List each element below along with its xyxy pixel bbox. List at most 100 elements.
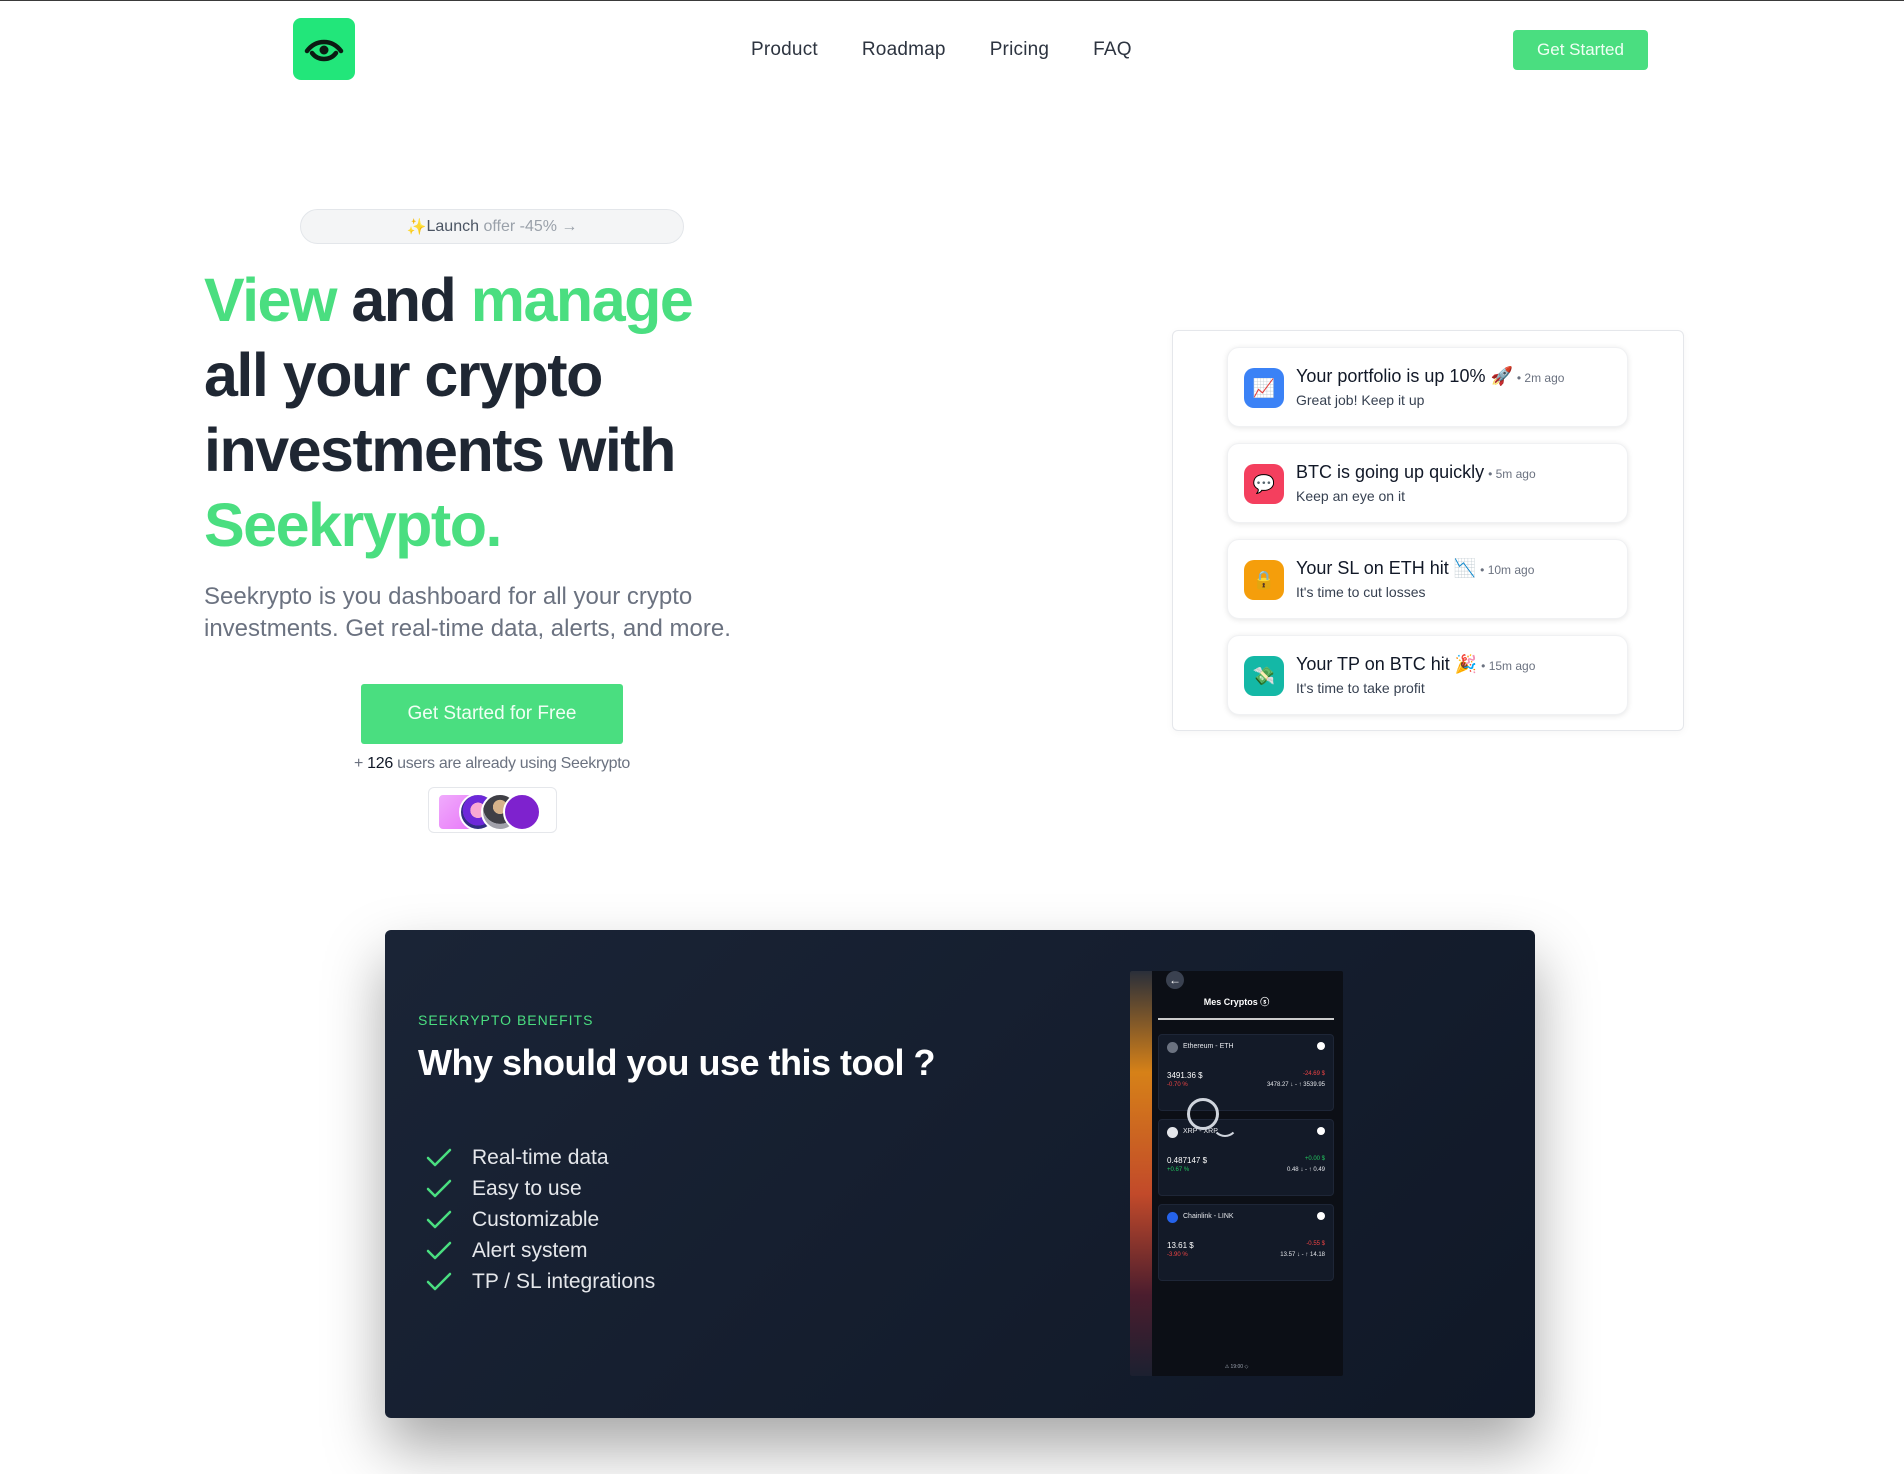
benefit-item: Customizable: [425, 1204, 655, 1235]
notification-subtitle: Keep an eye on it: [1296, 488, 1405, 504]
chart-up-icon: 📈: [1244, 368, 1284, 408]
hero-title: View and manage all your crypto investme…: [204, 263, 764, 563]
launch-offer-badge[interactable]: ✨ Launch offer -45% →: [300, 209, 684, 244]
nav-pricing[interactable]: Pricing: [990, 39, 1049, 61]
crypto-card[interactable]: Ethereum - ETH 3491.36 $ -0.70 % -24.69 …: [1158, 1034, 1334, 1111]
ethereum-icon: [1167, 1042, 1178, 1053]
crypto-percent: +0.67 %: [1167, 1167, 1190, 1173]
main-nav: Product Roadmap Pricing FAQ: [751, 39, 1132, 61]
nav-product[interactable]: Product: [751, 39, 818, 61]
offer-discount-text: offer -45% →: [483, 217, 578, 235]
avatar: [503, 793, 541, 831]
crypto-name: Ethereum - ETH: [1183, 1043, 1234, 1050]
get-started-free-button[interactable]: Get Started for Free: [361, 684, 623, 744]
crypto-percent: -0.70 %: [1167, 1082, 1188, 1088]
notification-card[interactable]: 💸 Your TP on BTC hit 🎉 • 15m ago It's tim…: [1227, 635, 1628, 715]
nav-faq[interactable]: FAQ: [1093, 39, 1132, 61]
crypto-range: 0.48 ↓ - ↑ 0.49: [1286, 1167, 1325, 1173]
app-screenshot: ← Mes Cryptos ⓢ Ethereum - ETH 3491.36 $…: [1130, 971, 1343, 1376]
notification-title: Your SL on ETH hit 📉 • 10m ago: [1296, 558, 1534, 579]
notification-subtitle: It's time to take profit: [1296, 680, 1425, 696]
notification-subtitle: It's time to cut losses: [1296, 584, 1426, 600]
notification-time: • 2m ago: [1516, 371, 1565, 385]
back-arrow-icon[interactable]: ←: [1166, 971, 1184, 989]
money-icon: 💸: [1244, 656, 1284, 696]
info-icon: ⓢ: [1260, 997, 1270, 1007]
crypto-range: 13.57 ↓ - ↑ 14.18: [1280, 1252, 1325, 1258]
title-word-manage: manage: [470, 266, 694, 334]
crypto-change: -24.69 $: [1302, 1071, 1325, 1077]
crypto-percent: -3.90 %: [1167, 1252, 1188, 1258]
crypto-card[interactable]: Chainlink - LINK 13.61 $ -3.90 % -0.55 $…: [1158, 1204, 1334, 1281]
tab-underline: [1158, 1018, 1334, 1020]
benefits-section: SEEKRYPTO BENEFITS Why should you use th…: [385, 930, 1535, 1418]
notification-title-text: Your TP on BTC hit 🎉: [1296, 654, 1478, 674]
app-footer-bar: ⚠ 19:00 ◇: [1224, 1364, 1249, 1370]
benefit-item: TP / SL integrations: [425, 1266, 655, 1297]
benefit-item: Real-time data: [425, 1142, 655, 1173]
chat-icon: 💬: [1244, 464, 1284, 504]
notification-title: BTC is going up quickly • 5m ago: [1296, 462, 1536, 483]
benefits-title: Why should you use this tool ?: [418, 1042, 935, 1083]
crypto-card[interactable]: XRP - XRP 0.487147 $ +0.67 % +0.00 $ 0.4…: [1158, 1119, 1334, 1196]
crypto-change: -0.55 $: [1306, 1241, 1325, 1247]
offer-launch-text: Launch: [426, 217, 480, 235]
hero-subtitle: Seekrypto is you dashboard for all your …: [204, 583, 731, 642]
app-title-text: Mes Cryptos: [1203, 997, 1258, 1007]
sparkle-icon: ✨: [406, 218, 427, 236]
avatar-group: [428, 787, 557, 833]
users-prefix: +: [353, 755, 364, 772]
check-icon: [426, 1148, 452, 1166]
notification-card[interactable]: 🔒 Your SL on ETH hit 📉 • 10m ago It's tim…: [1227, 539, 1628, 619]
title-word-and: and: [351, 266, 456, 334]
title-line-3: investments with: [204, 416, 676, 484]
notification-card[interactable]: 💬 BTC is going up quickly • 5m ago Keep a…: [1227, 443, 1628, 523]
benefits-kicker: SEEKRYPTO BENEFITS: [418, 1012, 594, 1028]
lock-icon: 🔒: [1244, 560, 1284, 600]
benefit-label: Customizable: [472, 1207, 600, 1231]
users-count-text: + 126 users are already using Seekrypto: [340, 755, 644, 773]
crypto-price: 13.61 $: [1167, 1241, 1194, 1250]
users-suffix: users are already using Seekrypto: [397, 755, 631, 772]
crypto-change: +0.00 $: [1304, 1156, 1325, 1162]
check-icon: [426, 1210, 452, 1228]
benefit-item: Easy to use: [425, 1173, 655, 1204]
benefit-item: Alert system: [425, 1235, 655, 1266]
notification-time: • 15m ago: [1481, 659, 1536, 673]
benefits-list: Real-time data Easy to use Customizable …: [425, 1142, 655, 1297]
crypto-price: 0.487147 $: [1167, 1156, 1208, 1165]
benefit-label: Real-time data: [472, 1145, 609, 1169]
crypto-name: Chainlink - LINK: [1183, 1213, 1234, 1220]
crypto-price: 3491.36 $: [1167, 1071, 1203, 1080]
title-word-view: View: [204, 266, 337, 334]
check-icon: [426, 1272, 452, 1290]
loading-spinner-arc-icon: [1212, 1111, 1238, 1137]
crypto-range: 3478.27 ↓ - ↑ 3539.95: [1266, 1082, 1325, 1088]
benefit-label: Alert system: [472, 1238, 588, 1262]
users-count: 126: [367, 755, 393, 772]
notification-time: • 10m ago: [1480, 563, 1535, 577]
chainlink-icon: [1167, 1212, 1178, 1223]
add-icon[interactable]: [1317, 1212, 1325, 1220]
notification-title-text: Your portfolio is up 10% 🚀: [1296, 366, 1513, 386]
eye-icon: [304, 39, 344, 62]
notification-title-text: Your SL on ETH hit 📉: [1296, 558, 1477, 578]
notification-time: • 5m ago: [1488, 467, 1536, 481]
xrp-icon: [1167, 1127, 1178, 1138]
check-icon: [426, 1241, 452, 1259]
add-icon[interactable]: [1317, 1127, 1325, 1135]
title-line-2: all your crypto: [204, 341, 603, 409]
get-started-button[interactable]: Get Started: [1513, 30, 1648, 70]
notification-subtitle: Great job! Keep it up: [1296, 392, 1425, 408]
notification-title-text: BTC is going up quickly: [1296, 462, 1485, 482]
phone-wallpaper-strip: [1130, 971, 1152, 1376]
benefit-label: TP / SL integrations: [472, 1269, 656, 1293]
app-title: Mes Cryptos ⓢ: [1130, 995, 1343, 1008]
notification-card[interactable]: 📈 Your portfolio is up 10% 🚀 • 2m ago Gre…: [1227, 347, 1628, 427]
nav-roadmap[interactable]: Roadmap: [862, 39, 946, 61]
benefit-label: Easy to use: [472, 1176, 582, 1200]
logo[interactable]: [293, 18, 355, 80]
notification-title: Your portfolio is up 10% 🚀 • 2m ago: [1296, 366, 1564, 387]
check-icon: [426, 1179, 452, 1197]
add-icon[interactable]: [1317, 1042, 1325, 1050]
